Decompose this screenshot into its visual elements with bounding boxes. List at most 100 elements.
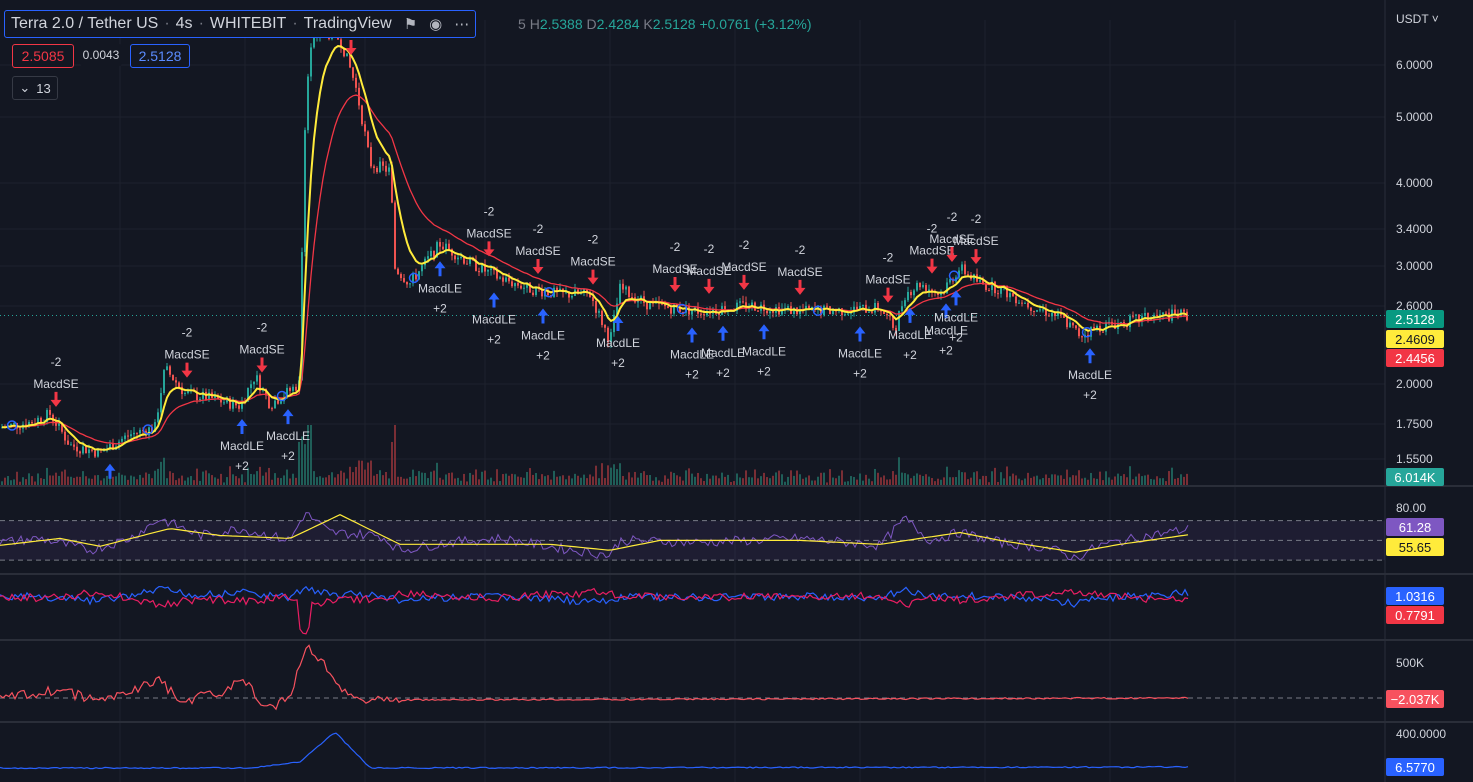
volume-bar bbox=[649, 474, 651, 485]
candle-body bbox=[1009, 293, 1011, 298]
volume-bar bbox=[580, 477, 582, 485]
volume-bar bbox=[988, 482, 990, 485]
volume-bar bbox=[1015, 475, 1017, 485]
volume-bar bbox=[340, 470, 342, 485]
volume-bar bbox=[367, 462, 369, 485]
interval[interactable]: 4s bbox=[176, 15, 193, 33]
candle-body bbox=[823, 305, 825, 315]
candle-body bbox=[163, 370, 165, 394]
di-minus-line bbox=[0, 587, 1189, 635]
volume-bar bbox=[7, 476, 9, 485]
volume-bar bbox=[871, 481, 873, 485]
candle-body bbox=[907, 291, 909, 301]
flag-icon[interactable]: ⚑ bbox=[404, 15, 417, 33]
ohlc-tail: 5 bbox=[518, 16, 526, 32]
volume-bar bbox=[484, 470, 486, 485]
candle-body bbox=[649, 302, 651, 310]
volume-bar bbox=[607, 465, 609, 485]
volume-bar bbox=[259, 466, 261, 485]
candle-body bbox=[619, 283, 621, 304]
symbol-header[interactable]: Terra 2.0 / Tether US · 4s · WHITEBIT · … bbox=[4, 10, 477, 38]
volume-bar bbox=[181, 475, 183, 485]
dmi-pane bbox=[0, 585, 1189, 635]
candle-body bbox=[1030, 307, 1032, 311]
volume-bar bbox=[205, 470, 207, 485]
volume-bar bbox=[601, 463, 603, 485]
volume-bar bbox=[787, 476, 789, 485]
candle-body bbox=[238, 405, 240, 409]
eye-icon[interactable]: ◉ bbox=[429, 15, 442, 33]
volume-bar bbox=[349, 466, 351, 485]
candle-body bbox=[382, 161, 384, 166]
candle-body bbox=[1021, 302, 1023, 304]
volume-bar bbox=[76, 476, 78, 485]
volume-bar bbox=[1063, 478, 1065, 485]
volume-bar bbox=[490, 477, 492, 485]
last-ind-line bbox=[0, 732, 1189, 770]
indicators-collapse-button[interactable]: ⌄ 13 bbox=[12, 76, 58, 100]
sell-label: MacdSE bbox=[865, 273, 910, 287]
volume-bar bbox=[610, 467, 612, 485]
volume-bar bbox=[1057, 475, 1059, 485]
candle-body bbox=[532, 292, 534, 296]
candle-body bbox=[1078, 328, 1080, 337]
sell-label: MacdSE bbox=[777, 265, 822, 279]
candle-body bbox=[1051, 312, 1053, 317]
candle-body bbox=[964, 264, 966, 275]
candle-body bbox=[178, 382, 180, 387]
volume-bar bbox=[976, 471, 978, 485]
volume-bar bbox=[70, 476, 72, 485]
volume-bar bbox=[94, 475, 96, 485]
candle-body bbox=[862, 304, 864, 307]
buy-arrow-icon bbox=[282, 409, 294, 425]
volume-bar bbox=[172, 472, 174, 485]
candle-body bbox=[364, 124, 366, 132]
volume-bar bbox=[388, 478, 390, 485]
volume-bar bbox=[679, 476, 681, 485]
volume-bar bbox=[739, 477, 741, 485]
volume-bar bbox=[847, 481, 849, 485]
volume-bar bbox=[427, 478, 429, 485]
sell-label: -2 bbox=[971, 212, 982, 226]
volume-bar bbox=[397, 476, 399, 485]
candle-body bbox=[379, 161, 381, 173]
volume-bar bbox=[547, 475, 549, 485]
volume-bar bbox=[970, 477, 972, 485]
volume-bar bbox=[916, 473, 918, 485]
volume-bar bbox=[826, 482, 828, 485]
volume-bar bbox=[625, 479, 627, 485]
volume-bar bbox=[856, 479, 858, 485]
rsi-ma-tag: 55.65 bbox=[1386, 538, 1444, 556]
price-tick: 2.0000 bbox=[1396, 377, 1433, 391]
volume-bar bbox=[301, 436, 303, 485]
candle-body bbox=[517, 283, 519, 286]
volume-bar bbox=[25, 479, 27, 485]
volume-bar bbox=[1036, 475, 1038, 485]
volume-bar bbox=[55, 472, 57, 485]
buy-arrow-icon bbox=[1084, 348, 1096, 364]
candle-body bbox=[403, 278, 405, 282]
volume-bar bbox=[604, 478, 606, 485]
candle-body bbox=[1174, 309, 1176, 314]
volume-bar bbox=[874, 468, 876, 485]
volume-bar bbox=[877, 472, 879, 485]
volume-bar bbox=[694, 476, 696, 485]
candle-body bbox=[427, 256, 429, 259]
h-value: 2.5388 bbox=[539, 16, 583, 32]
more-icon[interactable]: ⋯ bbox=[454, 15, 469, 33]
rsi-tag: 61.28 bbox=[1386, 518, 1444, 536]
volume-bar bbox=[253, 474, 255, 485]
volume-bar bbox=[277, 477, 279, 485]
candle-body bbox=[622, 283, 624, 290]
candle-body bbox=[445, 243, 447, 250]
currency-selector[interactable]: USDT ˅ bbox=[1396, 12, 1439, 26]
volume-bar bbox=[1126, 477, 1128, 485]
volume-bar bbox=[1135, 476, 1137, 485]
volume-bar bbox=[712, 475, 714, 485]
volume-bar bbox=[901, 472, 903, 485]
volume-bar bbox=[736, 473, 738, 485]
chart-canvas[interactable]: -2MacdSE-2MacdSEMacdLE+2-2MacdSEMacdLE+2… bbox=[0, 0, 1473, 782]
volume-bar bbox=[670, 471, 672, 485]
volume-bar bbox=[796, 470, 798, 485]
volume-bar bbox=[292, 473, 294, 485]
